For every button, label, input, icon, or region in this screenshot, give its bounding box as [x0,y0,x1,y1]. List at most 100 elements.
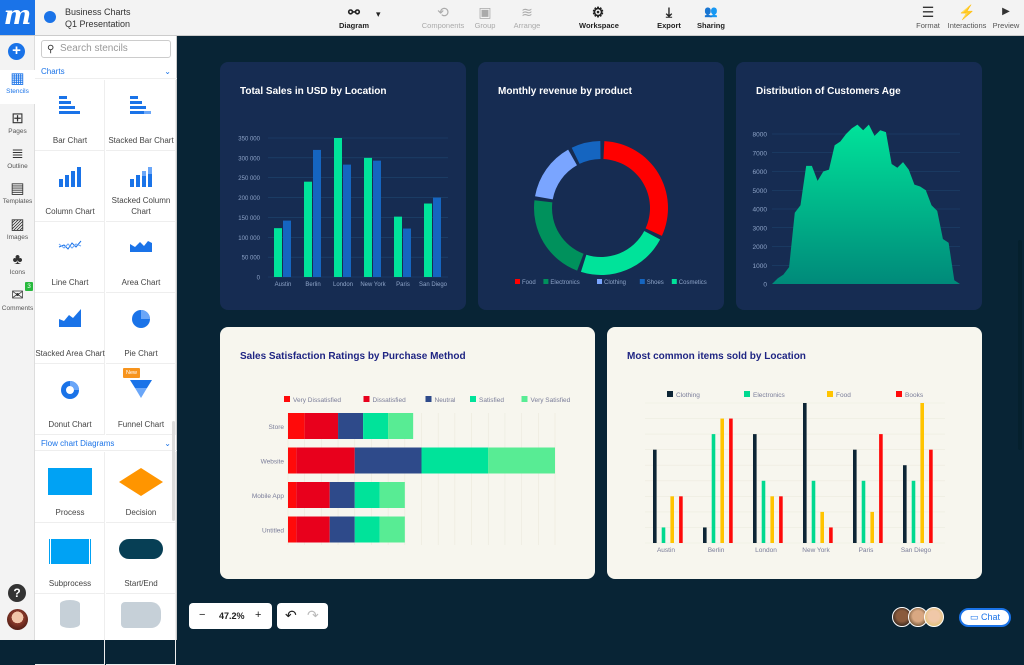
y-tick-label: 8000 [753,132,768,139]
y-tick-label: 0 [257,276,261,282]
legend-label: Books [905,392,924,399]
sharing-button[interactable]: 👥 Sharing [696,3,726,30]
legend-label: Clothing [604,280,626,286]
group-button[interactable]: ▣ Group [472,3,498,30]
canvas-scrollbar[interactable] [1018,240,1022,450]
stencil-stacked-bar-chart[interactable]: Stacked Bar Chart [106,80,176,151]
collaborator-avatar[interactable] [924,607,944,627]
card-satisfaction[interactable]: Sales Satisfaction Ratings by Purchase M… [220,327,595,579]
bar-segment-neutral [354,447,422,474]
diagram-button[interactable]: ⚯ Diagram [338,3,370,30]
chat-button[interactable]: ▭ Chat [959,608,1011,627]
panel-scrollbar[interactable] [172,421,175,521]
stencil-funnel-chart[interactable]: Funnel Chart [106,364,176,435]
stencil-decision[interactable]: Decision [106,452,176,523]
stencil-database[interactable] [35,594,105,665]
preview-button[interactable]: ▶ Preview [991,3,1021,30]
interactions-button[interactable]: ⚡ Interactions [946,3,988,30]
top-toolbar: m Business Charts Q1 Presentation ⚯ Diagr… [0,0,1024,36]
stencil-pie-chart[interactable]: Pie Chart [106,293,176,364]
new-badge: New [123,368,141,378]
pages-icon: ⊞ [11,110,24,127]
bar-segment-dissatisfied [304,413,339,439]
user-avatar[interactable] [7,609,28,630]
zoom-level[interactable]: 47.2% [219,611,245,621]
y-tick-label: 100 000 [238,236,260,242]
rail-outline[interactable]: ≣ Outline [0,145,35,170]
stencil-process[interactable]: Process [35,452,105,523]
zoom-out-button[interactable]: − [199,609,205,621]
bar-series-2 [433,197,441,277]
card-items-sold[interactable]: Most common items sold by Location Cloth… [607,327,982,579]
section-charts[interactable]: Charts ⌄ [35,65,177,79]
y-tick-label: 7000 [753,150,768,157]
components-button[interactable]: ⟲ Components [420,3,466,30]
y-tick-label: Store [268,424,284,431]
bar-segment-neutral [329,516,355,543]
donut-slice-electronics [534,200,584,271]
stencil-line-chart[interactable]: Line Chart [35,222,105,293]
document-title[interactable]: Business Charts Q1 Presentation [65,6,131,30]
export-button[interactable]: ⤓ Export [655,3,683,30]
workspace-button[interactable]: ⚙ Workspace [579,3,619,30]
legend-swatch-clothing [597,279,602,284]
icons-icon: ♣ [12,251,23,268]
stencil-label: Subprocess [48,579,92,588]
stencil-label: Bar Chart [52,136,88,145]
app-logo[interactable]: m [0,0,35,35]
x-tick-label: New York [360,282,386,288]
stencil-bar-chart[interactable]: Bar Chart [35,80,105,151]
stencil-start-end[interactable]: Start/End [106,523,176,594]
bar-series-1 [274,228,282,277]
stencil-direct-data[interactable] [106,594,176,665]
bar-segment-satisfied [354,516,380,543]
rail-images[interactable]: ▨ Images [0,216,35,241]
stencil-subprocess[interactable]: Subprocess [35,523,105,594]
stencil-column-chart[interactable]: Column Chart [35,151,105,222]
legend-label: Electronics [550,280,579,286]
stencil-stacked-column-chart[interactable]: Stacked Column Chart [106,151,176,222]
globe-icon[interactable] [44,11,56,23]
stencil-area-chart[interactable]: Area Chart [106,222,176,293]
y-tick-label: 5000 [753,188,768,195]
section-flowchart[interactable]: Flow chart Diagrams ⌄ [35,437,177,451]
zoom-in-button[interactable]: + [255,609,261,621]
legend-label: Food [522,280,536,286]
sharing-icon: 👥 [704,6,718,18]
bar-books [679,496,683,543]
add-button[interactable]: + [8,43,25,60]
funnel-chart-icon [129,380,152,400]
stencil-stacked-area-chart[interactable]: Stacked Area Chart [35,293,105,364]
rail-stencils[interactable]: ▦ Stencils [0,70,35,104]
format-button[interactable]: ☰ Format [915,3,941,30]
y-tick-label: Mobile App [252,493,285,500]
x-tick-label: San Diego [901,547,932,554]
redo-icon[interactable]: ↷ [307,607,319,624]
bar-series-1 [394,216,402,277]
arrange-button[interactable]: ≋ Arrange [512,3,542,30]
bar-electronics [661,527,666,543]
help-button[interactable]: ? [8,584,26,602]
y-tick-label: 200 000 [238,196,260,202]
donut-slice-food [603,141,668,236]
start-end-shape-icon [118,539,163,559]
bar-segment-dissatisfied [296,482,330,508]
chevron-down-icon: ⌄ [164,439,171,448]
rail-pages[interactable]: ⊞ Pages [0,110,35,135]
rail-icons[interactable]: ♣ Icons [0,251,35,276]
diagram-dropdown[interactable]: ▾ [376,9,381,20]
card-customers-age[interactable]: Distribution of Customers Age 0 1000 2000 3… [736,62,982,310]
donut-chart-icon [60,380,80,402]
card-total-sales[interactable]: Total Sales in USD by Location 0 50 000 10… [220,62,466,310]
search-stencils-input[interactable]: ⚲ Search stencils [41,40,171,58]
bar-series-1 [424,203,432,277]
legend-label: Satisfied [479,397,504,404]
rail-templates[interactable]: ▤ Templates [0,180,35,205]
legend-swatch-electronics [543,279,549,284]
line-chart-icon [58,238,82,254]
legend-label: Very Satisfied [531,397,571,404]
undo-icon[interactable]: ↶ [285,607,297,624]
card-monthly-revenue[interactable]: Monthly revenue by product Food Electroni… [478,62,724,310]
stencil-donut-chart[interactable]: Donut Chart [35,364,105,435]
bar-series-1 [304,181,312,277]
